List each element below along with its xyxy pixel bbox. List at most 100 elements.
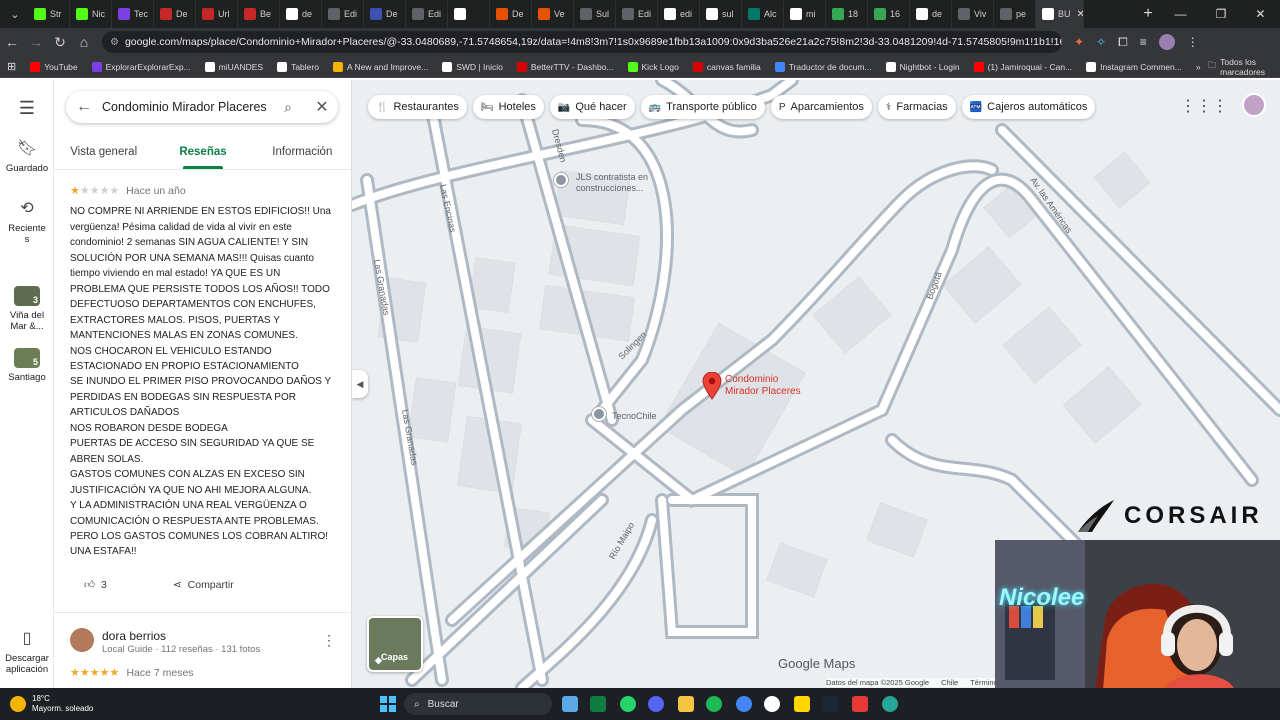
recent-place-santiago[interactable]: 5 Santiago — [0, 348, 54, 383]
browser-tab[interactable]: pe — [994, 0, 1036, 28]
bookmark-item[interactable]: ExplorarExplorarExp... — [85, 61, 198, 72]
like-button[interactable]: 👍︎ 3 — [78, 574, 113, 595]
bookmark-item[interactable]: A New and Improve... — [326, 61, 435, 72]
pin-label[interactable]: Condominio Mirador Placeres — [725, 374, 801, 398]
bookmarks-more-button[interactable]: » — [1189, 62, 1208, 72]
download-app-button[interactable]: ▯ Descargar aplicación — [0, 628, 54, 675]
account-avatar[interactable] — [1242, 93, 1266, 117]
reviewer-avatar[interactable] — [70, 628, 94, 652]
browser-tab[interactable]: Be — [238, 0, 280, 28]
forward-icon[interactable]: → — [24, 34, 48, 50]
media-controls-icon[interactable]: ≡ — [1140, 35, 1147, 49]
browser-tab[interactable]: Str — [28, 0, 70, 28]
tab-reviews[interactable]: Reseñas — [153, 138, 252, 169]
profile-avatar[interactable] — [1158, 34, 1175, 50]
browser-tab[interactable]: De — [364, 0, 406, 28]
bookmark-item[interactable]: Instagram Commen... — [1079, 61, 1189, 72]
close-window-button[interactable]: ✕ — [1255, 7, 1265, 21]
search-icon[interactable]: ⌕ — [270, 99, 306, 116]
app-icon[interactable] — [882, 696, 898, 712]
tab-search-chevron-icon[interactable]: ⌄ — [2, 4, 28, 24]
browser-tab[interactable]: 18 — [826, 0, 868, 28]
site-info-icon[interactable]: ⚙ — [110, 37, 119, 48]
bookmark-item[interactable]: Nightbot - Login — [879, 61, 967, 72]
bookmark-item[interactable]: BetterTTV - Dashbo... — [510, 61, 621, 72]
search-input[interactable]: Condominio Mirador Placeres — [102, 100, 270, 114]
browser-tab[interactable]: De — [490, 0, 532, 28]
minimize-button[interactable]: — — [1175, 7, 1187, 21]
place-marker-icon[interactable] — [554, 173, 568, 187]
bookmark-item[interactable]: canvas familia — [686, 61, 768, 72]
apps-grid-icon[interactable]: ⊞ — [0, 60, 23, 73]
browser-tab[interactable]: 16 — [868, 0, 910, 28]
file-explorer-icon[interactable] — [678, 696, 694, 712]
browser-tab[interactable]: Nic — [70, 0, 112, 28]
maximize-button[interactable]: ❐ — [1216, 7, 1227, 21]
taskbar-search[interactable]: ⌕ Buscar — [404, 693, 552, 715]
place-marker-icon[interactable] — [592, 407, 606, 421]
extension-icon[interactable]: ✧ — [1096, 35, 1106, 49]
browser-tab[interactable]: Edi — [322, 0, 364, 28]
browser-tab[interactable]: De — [154, 0, 196, 28]
tab-about[interactable]: Información — [253, 138, 351, 169]
browser-tab[interactable]: Edi — [616, 0, 658, 28]
reviewer-name[interactable]: dora berrios — [102, 629, 166, 643]
browser-tab[interactable]: Tec — [112, 0, 154, 28]
poi-label[interactable]: JLS contratista en construcciones... — [576, 172, 648, 194]
country-label[interactable]: Chile — [941, 678, 958, 687]
tab-overview[interactable]: Vista general — [54, 138, 153, 169]
bookmark-item[interactable]: Traductor de docum... — [768, 61, 879, 72]
saved-button[interactable]: 🔖︎ Guardado — [0, 138, 54, 174]
reload-icon[interactable]: ↻ — [48, 34, 72, 51]
browser-tab[interactable]: edi — [658, 0, 700, 28]
bookmark-item[interactable]: SWD | Inicio — [435, 61, 510, 72]
excel-icon[interactable] — [590, 696, 606, 712]
spotify-icon[interactable] — [706, 696, 722, 712]
recent-place-vina[interactable]: 3 Viña del Mar &... — [0, 286, 54, 332]
all-bookmarks-button[interactable]: 🗀 Todos los marcadores — [1208, 57, 1280, 77]
share-button[interactable]: ⋖ Compartir — [167, 575, 240, 595]
back-arrow-icon[interactable]: ← — [66, 98, 102, 116]
collapse-panel-button[interactable]: ◀ — [352, 370, 368, 398]
browser-tab[interactable]: Edi — [406, 0, 448, 28]
category-chip[interactable]: ⚕ Farmacias — [877, 95, 956, 119]
poi-label[interactable]: TecnoChile — [612, 411, 657, 422]
new-tab-button[interactable]: + — [1136, 5, 1160, 23]
category-chip[interactable]: 🛏 Hoteles — [472, 95, 544, 119]
steam-icon[interactable] — [822, 696, 838, 712]
whatsapp-icon[interactable] — [620, 696, 636, 712]
bookmark-item[interactable]: Kick Logo — [621, 61, 686, 72]
acrobat-icon[interactable] — [852, 696, 868, 712]
extension-icon[interactable]: ✦ — [1074, 35, 1084, 49]
browser-tab[interactable]: Ve — [532, 0, 574, 28]
home-icon[interactable]: ⌂ — [72, 34, 96, 50]
back-icon[interactable]: ← — [0, 34, 24, 50]
category-chip[interactable]: 🍴 Restaurantes — [368, 95, 467, 119]
notepad-icon[interactable] — [562, 696, 578, 712]
category-chip[interactable]: 🏧 Cajeros automáticos — [961, 95, 1096, 119]
extensions-puzzle-icon[interactable]: ⧠ — [1118, 35, 1128, 50]
category-chip[interactable]: 🚌 Transporte público — [640, 95, 765, 119]
weather-widget[interactable]: 18°C Mayorm. soleado — [0, 694, 93, 714]
close-icon[interactable]: ✕ — [306, 97, 338, 117]
bookmark-item[interactable]: (1) Jamiroquai - Can... — [967, 61, 1080, 72]
recent-button[interactable]: ⟲ Reciente s — [0, 198, 54, 245]
browser-tab[interactable]: Viv — [952, 0, 994, 28]
browser-menu-icon[interactable]: ⋮ — [1187, 35, 1199, 49]
browser-tab[interactable]: Alc — [742, 0, 784, 28]
browser-tab[interactable]: de — [910, 0, 952, 28]
more-options-icon[interactable]: ⋮ — [322, 632, 336, 649]
location-pin-icon[interactable] — [702, 372, 722, 400]
close-tab-icon[interactable]: ✕ — [1077, 9, 1083, 20]
layers-button[interactable]: ◆ Capas — [367, 616, 423, 672]
start-button[interactable] — [380, 696, 396, 712]
browser-tab[interactable]: mi — [784, 0, 826, 28]
category-chip[interactable]: P Aparcamientos — [770, 95, 872, 119]
browser-tab[interactable] — [448, 0, 490, 28]
bookmark-item[interactable]: YouTube — [23, 61, 84, 72]
browser-tab[interactable]: de — [280, 0, 322, 28]
browser-tab[interactable]: Sul — [574, 0, 616, 28]
discord-icon[interactable] — [648, 696, 664, 712]
bookmark-item[interactable]: miUANDES — [198, 61, 270, 72]
url-field[interactable]: ⚙ google.com/maps/place/Condominio+Mirad… — [102, 31, 1062, 53]
